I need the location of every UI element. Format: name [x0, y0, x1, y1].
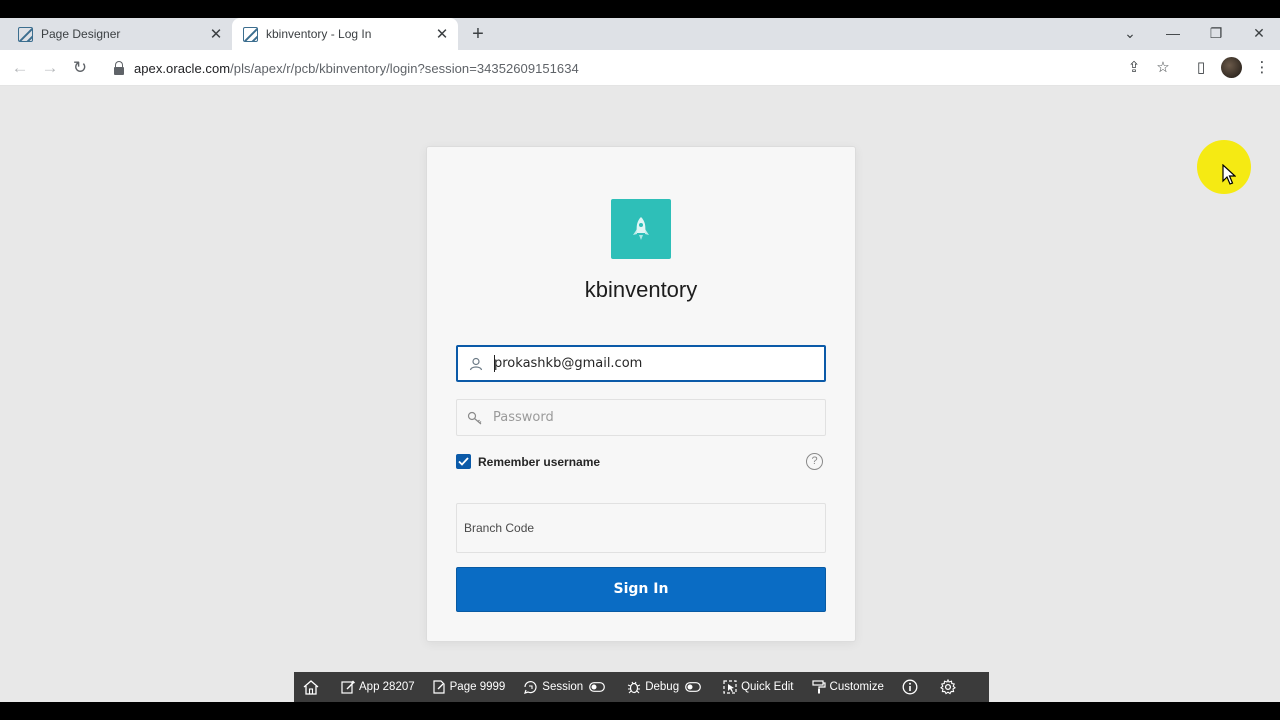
bug-icon — [627, 681, 641, 694]
info-icon — [902, 679, 918, 695]
edit-icon — [341, 680, 355, 694]
lock-icon — [114, 61, 124, 75]
close-window-button[interactable]: ✕ — [1239, 18, 1279, 50]
profile-avatar[interactable] — [1221, 57, 1242, 78]
password-input[interactable] — [493, 410, 813, 425]
password-field[interactable] — [456, 399, 826, 436]
screen: Page Designer ✕ kbinventory - Log In ✕ +… — [0, 0, 1280, 720]
username-input[interactable] — [494, 356, 814, 371]
restore-button[interactable]: ❐ — [1196, 18, 1236, 50]
page-edit-icon — [433, 680, 445, 694]
dev-session-label: Session — [542, 681, 584, 693]
dev-info-button[interactable] — [893, 672, 931, 702]
checkmark-icon — [458, 457, 469, 466]
dev-session-button[interactable]: Session — [514, 672, 618, 702]
quick-edit-icon — [723, 680, 737, 694]
help-icon[interactable]: ? — [806, 453, 823, 470]
dev-customize-button[interactable]: Customize — [803, 672, 893, 702]
address-bar[interactable]: apex.oracle.com/pls/apex/r/pcb/kbinvento… — [102, 54, 1182, 82]
rocket-icon — [633, 217, 649, 240]
dev-home-button[interactable] — [294, 672, 332, 702]
tab-kbinventory-login[interactable]: kbinventory - Log In ✕ — [232, 18, 458, 50]
dev-quick-edit-label: Quick Edit — [741, 681, 794, 693]
apex-favicon-icon — [243, 26, 258, 42]
branch-code-field[interactable]: Branch Code — [456, 503, 826, 553]
browser-toolbar: ← → ↻ apex.oracle.com/pls/apex/r/pcb/kbi… — [0, 50, 1280, 86]
url-text: apex.oracle.com/pls/apex/r/pcb/kbinvento… — [134, 60, 579, 76]
share-icon[interactable]: ⇪ — [1124, 58, 1144, 78]
new-tab-button[interactable]: + — [466, 22, 490, 46]
dev-app-button[interactable]: App 28207 — [332, 672, 424, 702]
forward-arrow-icon[interactable]: → — [38, 56, 62, 80]
user-icon — [458, 357, 494, 371]
login-card: kbinventory Remember username — [426, 146, 856, 642]
tab-page-designer[interactable]: Page Designer ✕ — [0, 18, 232, 50]
app-logo — [611, 199, 671, 259]
toggle-icon — [589, 682, 606, 692]
dev-page-label: Page 9999 — [449, 681, 506, 693]
gear-icon — [939, 679, 956, 695]
remember-username[interactable]: Remember username — [456, 454, 600, 469]
side-panel-icon[interactable]: ▯ — [1191, 58, 1211, 78]
paint-roller-icon — [811, 680, 826, 694]
app-title: kbinventory — [584, 277, 698, 302]
key-icon — [457, 411, 493, 425]
branch-code-label: Branch Code — [464, 521, 535, 535]
sign-in-button[interactable]: Sign In — [456, 567, 826, 612]
session-icon — [524, 681, 537, 694]
remember-checkbox[interactable] — [456, 454, 471, 469]
tab-title: Page Designer — [41, 27, 121, 41]
reload-icon[interactable]: ↻ — [68, 56, 92, 80]
back-arrow-icon[interactable]: ← — [8, 56, 32, 80]
menu-kebab-icon[interactable]: ⋮ — [1252, 58, 1272, 78]
home-icon — [303, 679, 319, 695]
dev-page-button[interactable]: Page 9999 — [424, 672, 515, 702]
apex-favicon-icon — [18, 26, 33, 42]
dev-debug-button[interactable]: Debug — [618, 672, 714, 702]
developer-toolbar: App 28207 Page 9999 Session Debug Quick … — [294, 672, 989, 702]
tab-title: kbinventory - Log In — [266, 27, 372, 41]
remember-label: Remember username — [478, 454, 601, 469]
username-field[interactable] — [456, 345, 826, 382]
minimize-button[interactable]: — — [1153, 18, 1193, 50]
dev-settings-button[interactable] — [931, 672, 969, 702]
tab-search-chevron-icon[interactable]: ⌄ — [1110, 18, 1150, 50]
tab-close-icon[interactable]: ✕ — [432, 25, 452, 43]
toggle-icon — [685, 682, 701, 692]
dev-quick-edit-button[interactable]: Quick Edit — [714, 672, 802, 702]
tab-strip: Page Designer ✕ kbinventory - Log In ✕ +… — [0, 18, 1280, 50]
page-body: kbinventory Remember username — [0, 86, 1280, 702]
dev-app-label: App 28207 — [359, 681, 415, 693]
tab-close-icon[interactable]: ✕ — [206, 25, 226, 43]
mouse-pointer-icon — [1222, 164, 1236, 185]
bookmark-star-icon[interactable]: ☆ — [1153, 58, 1173, 78]
dev-debug-label: Debug — [645, 681, 680, 693]
dev-customize-label: Customize — [829, 681, 884, 693]
